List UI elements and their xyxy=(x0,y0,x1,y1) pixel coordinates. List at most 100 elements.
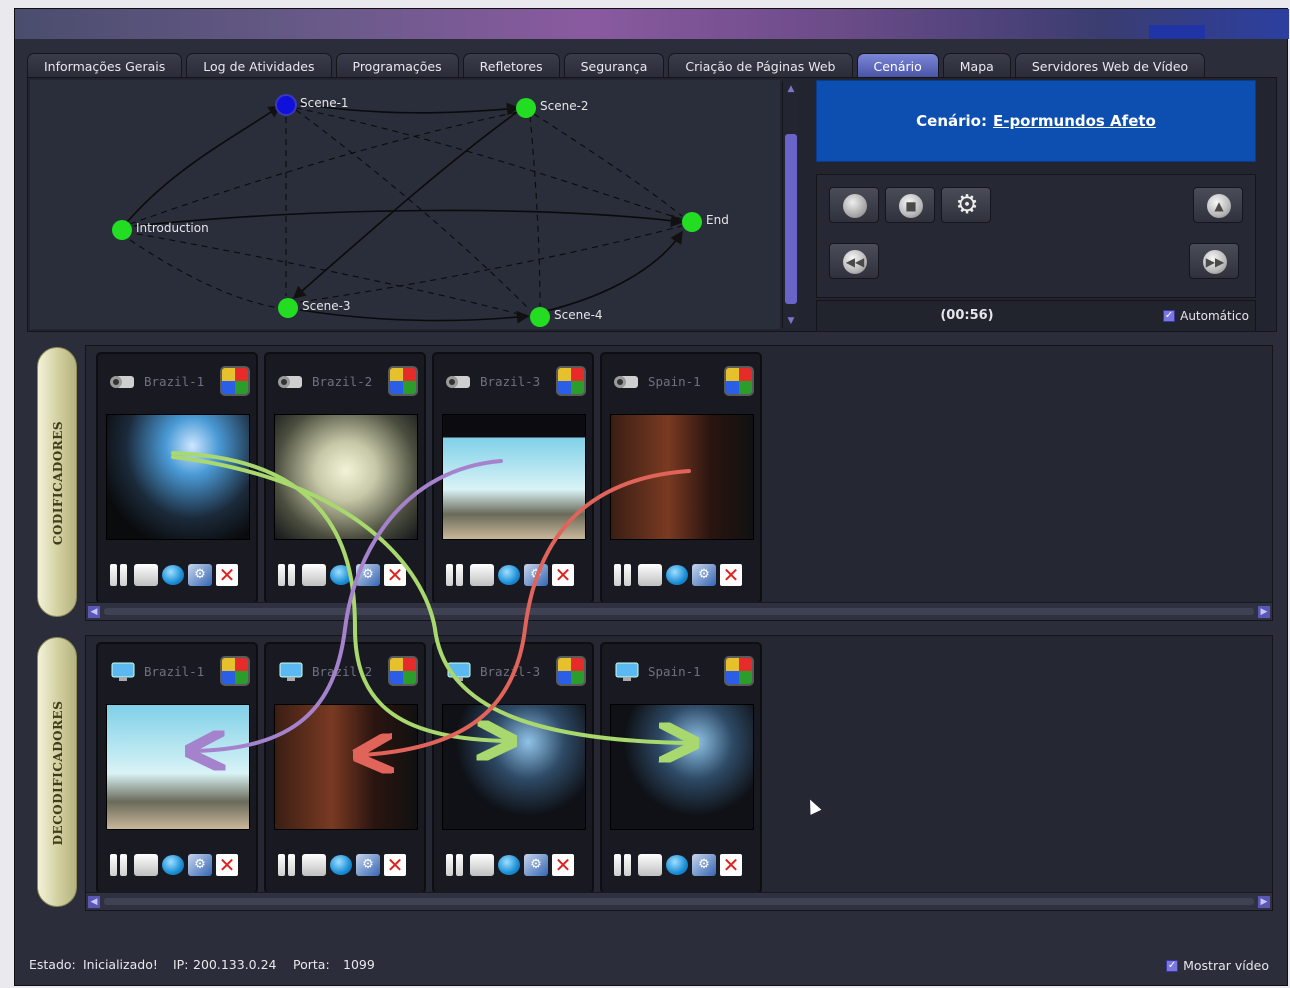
record-drop-icon[interactable] xyxy=(666,855,688,875)
video-preview[interactable] xyxy=(442,414,586,540)
close-icon[interactable]: ✕ xyxy=(720,564,742,586)
pause-icon[interactable] xyxy=(446,854,466,876)
stop-button[interactable]: ■ xyxy=(885,187,935,223)
close-icon[interactable]: ✕ xyxy=(552,564,574,586)
config-icon[interactable]: ⚙ xyxy=(356,564,380,586)
config-icon[interactable]: ⚙ xyxy=(188,564,212,586)
record-drop-icon[interactable] xyxy=(498,565,520,585)
stream-bar-icon[interactable] xyxy=(638,564,662,586)
tab-cenario[interactable]: Cenário xyxy=(856,53,939,77)
pause-icon[interactable] xyxy=(110,854,130,876)
tab-log-de-atividades[interactable]: Log de Atividades xyxy=(186,53,332,77)
node-scene-2[interactable] xyxy=(516,98,536,118)
close-icon[interactable]: ✕ xyxy=(552,854,574,876)
scroll-right-arrow[interactable]: ▶ xyxy=(1258,896,1270,908)
config-icon[interactable]: ⚙ xyxy=(356,854,380,876)
node-label-introduction: Introduction xyxy=(136,221,209,235)
graph-scrollbar[interactable]: ▲ ▼ xyxy=(782,82,798,328)
decoder-card[interactable]: Brazil-2 ⚙ ✕ xyxy=(264,642,426,894)
scroll-right-arrow[interactable]: ▶ xyxy=(1258,606,1270,618)
settings-button[interactable]: ⚙ xyxy=(941,187,991,223)
node-scene-4[interactable] xyxy=(530,307,550,327)
pause-icon[interactable] xyxy=(614,854,634,876)
checkbox-check-icon[interactable]: ✓ xyxy=(1163,310,1176,322)
record-drop-icon[interactable] xyxy=(162,565,184,585)
config-icon[interactable]: ⚙ xyxy=(524,854,548,876)
stream-bar-icon[interactable] xyxy=(302,854,326,876)
video-preview[interactable] xyxy=(274,704,418,830)
checkbox-check-icon[interactable]: ✓ xyxy=(1166,959,1179,972)
tab-informacoes-gerais[interactable]: Informações Gerais xyxy=(27,53,183,77)
stream-bar-icon[interactable] xyxy=(470,854,494,876)
node-scene-3[interactable] xyxy=(278,298,298,318)
scroll-left-arrow[interactable]: ◀ xyxy=(88,896,100,908)
app-window: Informações Gerais Log de Atividades Pro… xyxy=(14,8,1289,986)
video-preview[interactable] xyxy=(106,704,250,830)
close-icon[interactable]: ✕ xyxy=(720,854,742,876)
scenario-title: Cenário: E-pormundos Afeto xyxy=(816,80,1256,162)
video-preview[interactable] xyxy=(610,704,754,830)
auto-checkbox[interactable]: ✓ Automático xyxy=(1163,309,1249,323)
scenario-name-link[interactable]: E-pormundos Afeto xyxy=(993,112,1156,130)
scroll-track[interactable] xyxy=(104,608,1254,615)
close-icon[interactable]: ✕ xyxy=(384,854,406,876)
tab-mapa[interactable]: Mapa xyxy=(942,53,1011,77)
pause-icon[interactable] xyxy=(278,564,298,586)
eject-button[interactable]: ▲ xyxy=(1193,187,1243,223)
decoder-card[interactable]: Brazil-1 ⚙ ✕ xyxy=(96,642,258,894)
stream-bar-icon[interactable] xyxy=(470,564,494,586)
tab-programacoes[interactable]: Programações xyxy=(335,53,459,77)
pause-icon[interactable] xyxy=(446,564,466,586)
pause-icon[interactable] xyxy=(110,564,130,586)
stream-bar-icon[interactable] xyxy=(134,854,158,876)
config-icon[interactable]: ⚙ xyxy=(692,564,716,586)
node-end[interactable] xyxy=(682,212,702,232)
encoder-card[interactable]: Brazil-1 ⚙ ✕ xyxy=(96,352,258,604)
encoder-card[interactable]: Spain-1 ⚙ ✕ xyxy=(600,352,762,604)
fast-forward-button[interactable]: ▶▶ xyxy=(1189,243,1239,279)
video-preview[interactable] xyxy=(274,414,418,540)
card-toolbar: ⚙ ✕ xyxy=(446,562,586,588)
scroll-down-arrow[interactable]: ▼ xyxy=(786,316,796,326)
config-icon[interactable]: ⚙ xyxy=(188,854,212,876)
pause-icon[interactable] xyxy=(614,564,634,586)
record-button[interactable] xyxy=(829,187,879,223)
rewind-button[interactable]: ◀◀ xyxy=(829,243,879,279)
record-drop-icon[interactable] xyxy=(498,855,520,875)
decoders-scrollbar[interactable]: ◀ ▶ xyxy=(86,892,1272,910)
close-icon[interactable]: ✕ xyxy=(216,564,238,586)
pause-icon[interactable] xyxy=(278,854,298,876)
record-drop-icon[interactable] xyxy=(330,855,352,875)
node-scene-1[interactable] xyxy=(275,94,297,116)
video-preview[interactable] xyxy=(610,414,754,540)
close-icon[interactable]: ✕ xyxy=(216,854,238,876)
config-icon[interactable]: ⚙ xyxy=(692,854,716,876)
stream-bar-icon[interactable] xyxy=(134,564,158,586)
close-icon[interactable]: ✕ xyxy=(384,564,406,586)
record-drop-icon[interactable] xyxy=(330,565,352,585)
decoder-card[interactable]: Brazil-3 ⚙ ✕ xyxy=(432,642,594,894)
encoder-card[interactable]: Brazil-2 ⚙ ✕ xyxy=(264,352,426,604)
scroll-left-arrow[interactable]: ◀ xyxy=(88,606,100,618)
video-preview[interactable] xyxy=(442,704,586,830)
tab-servidores-web-de-video[interactable]: Servidores Web de Vídeo xyxy=(1014,53,1206,77)
mostrar-video-checkbox[interactable]: ✓ Mostrar vídeo xyxy=(1166,958,1269,973)
scroll-track[interactable] xyxy=(104,898,1254,905)
node-introduction[interactable] xyxy=(112,220,132,240)
video-preview[interactable] xyxy=(106,414,250,540)
tab-refletores[interactable]: Refletores xyxy=(462,53,560,77)
tab-seguranca[interactable]: Segurança xyxy=(563,53,665,77)
encoders-scrollbar[interactable]: ◀ ▶ xyxy=(86,602,1272,620)
decoder-card[interactable]: Spain-1 ⚙ ✕ xyxy=(600,642,762,894)
stream-bar-icon[interactable] xyxy=(638,854,662,876)
card-name: Brazil-1 xyxy=(144,374,205,389)
app-logo-icon xyxy=(556,366,586,396)
record-drop-icon[interactable] xyxy=(666,565,688,585)
scroll-up-arrow[interactable]: ▲ xyxy=(786,84,796,94)
encoder-card[interactable]: Brazil-3 ⚙ ✕ xyxy=(432,352,594,604)
stream-bar-icon[interactable] xyxy=(302,564,326,586)
tab-criacao-de-paginas-web[interactable]: Criação de Páginas Web xyxy=(668,53,853,77)
record-drop-icon[interactable] xyxy=(162,855,184,875)
config-icon[interactable]: ⚙ xyxy=(524,564,548,586)
graph-scroll-thumb[interactable] xyxy=(785,134,797,304)
